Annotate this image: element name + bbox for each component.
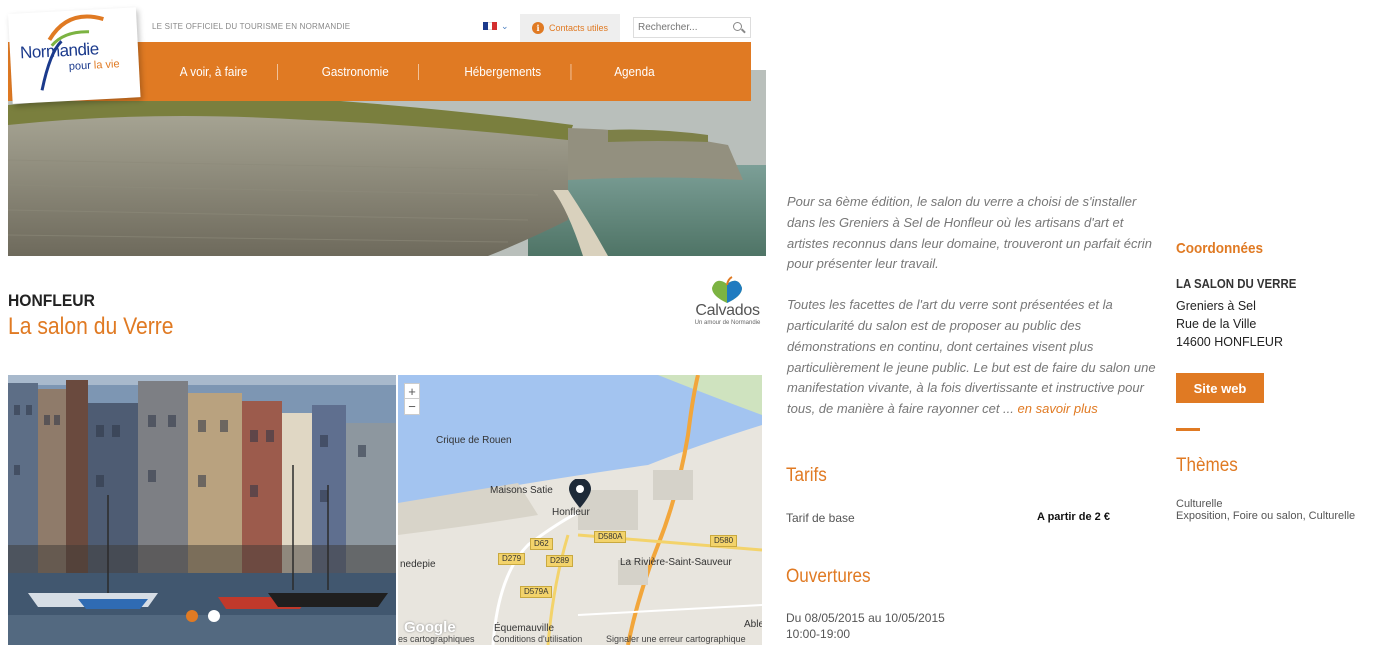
- french-flag-icon: [483, 22, 498, 30]
- road-label-d279: D279: [498, 553, 526, 565]
- carousel-dot-1[interactable]: [186, 610, 198, 622]
- address-line-3: 14600 HONFLEUR: [1176, 335, 1283, 349]
- address-line-2: Rue de la Ville: [1176, 317, 1257, 331]
- theme-line-1: Culturelle: [1176, 498, 1223, 510]
- ouvertures-heading: Ouvertures: [786, 566, 871, 587]
- nav-item-a-voir[interactable]: A voir, à faire: [150, 63, 279, 80]
- theme-line-2: Exposition, Foire ou salon, Culturelle: [1176, 510, 1356, 522]
- contacts-label: Contacts utiles: [549, 23, 609, 33]
- search-icon[interactable]: [730, 20, 746, 36]
- map-label-riviere: La Rivière-Saint-Sauveur: [620, 557, 732, 568]
- site-web-button[interactable]: Site web: [1176, 373, 1264, 403]
- event-description: Pour sa 6ème édition, le salon du verre …: [787, 192, 1159, 420]
- event-title: La salon du Verre: [8, 313, 174, 340]
- zoom-out-button[interactable]: −: [405, 399, 419, 414]
- info-icon: i: [532, 22, 544, 34]
- road-label-d62: D62: [530, 538, 553, 550]
- map-footer-conditions[interactable]: Conditions d'utilisation: [493, 634, 582, 644]
- map-label-equemauville: Équemauville: [494, 623, 555, 634]
- road-label-d580: D580: [710, 535, 738, 547]
- coordonnees-heading: Coordonnées: [1176, 240, 1264, 257]
- contacts-utiles-button[interactable]: i Contacts utiles: [520, 14, 620, 42]
- description-paragraph-2: Toutes les facettes de l'art du verre so…: [787, 297, 1156, 417]
- carousel-dot-2[interactable]: [208, 610, 220, 622]
- site-logo[interactable]: Normandie pour la vie: [8, 7, 141, 104]
- language-selector[interactable]: ⌄: [483, 21, 509, 31]
- tarif-label: Tarif de base: [786, 511, 855, 525]
- address-line-1: Greniers à Sel: [1176, 299, 1256, 313]
- map-label-able: Able: [744, 619, 762, 630]
- themes-heading: Thèmes: [1176, 455, 1238, 476]
- location-map[interactable]: + − Crique de Rouen Maisons Satie Honfle…: [398, 375, 762, 645]
- description-paragraph-1: Pour sa 6ème édition, le salon du verre …: [787, 194, 1152, 272]
- road-label-d289: D289: [546, 555, 574, 567]
- site-tagline: LE SITE OFFICIEL DU TOURISME EN NORMANDI…: [152, 22, 351, 31]
- tarifs-heading: Tarifs: [786, 465, 827, 486]
- nav-item-gastronomie[interactable]: Gastronomie: [292, 63, 420, 80]
- apple-heart-icon: [712, 276, 742, 303]
- map-marker-icon[interactable]: [569, 479, 591, 509]
- map-label-nedepie: nedepie: [400, 559, 436, 570]
- map-footer-data: es cartographiques: [398, 634, 475, 644]
- calvados-logo[interactable]: Calvados Un amour de Normandie: [690, 276, 765, 330]
- section-divider: [1176, 428, 1200, 431]
- tarif-value: A partir de 2 €: [1037, 511, 1110, 523]
- road-label-d579a: D579A: [520, 586, 553, 598]
- road-label-d580a: D580A: [594, 531, 627, 543]
- map-label-crique: Crique de Rouen: [436, 435, 512, 446]
- calvados-tagline: Un amour de Normandie: [694, 320, 761, 326]
- map-label-maisons-satie: Maisons Satie: [490, 485, 553, 496]
- zoom-in-button[interactable]: +: [405, 384, 419, 399]
- chevron-down-icon: ⌄: [501, 21, 509, 31]
- ouverture-dates: Du 08/05/2015 au 10/05/2015: [786, 611, 945, 625]
- map-zoom-controls: + −: [404, 383, 420, 415]
- calvados-wordmark: Calvados: [695, 302, 760, 319]
- city-name: HONFLEUR: [8, 291, 95, 310]
- nav-item-hebergements[interactable]: Hébergements: [434, 63, 572, 80]
- carousel-photo: [8, 375, 396, 645]
- nav-item-agenda[interactable]: Agenda: [584, 64, 684, 80]
- ouverture-hours: 10:00-19:00: [786, 627, 851, 641]
- map-footer-report[interactable]: Signaler une erreur cartographique: [606, 634, 746, 644]
- search-input[interactable]: [634, 22, 730, 33]
- read-more-link[interactable]: en savoir plus: [1018, 401, 1098, 416]
- search-box: [633, 17, 751, 38]
- organizer-name: LA SALON DU VERRE: [1176, 276, 1297, 291]
